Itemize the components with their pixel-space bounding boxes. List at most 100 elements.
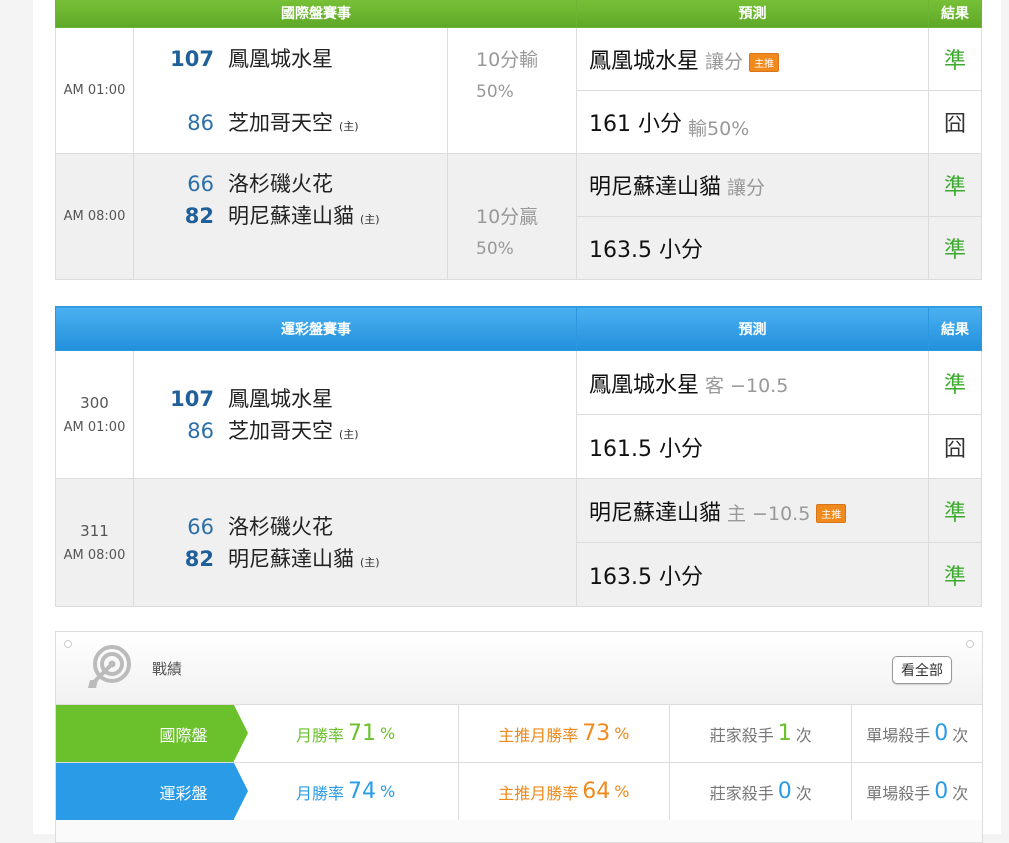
team-name[interactable]: 芝加哥天空 [228, 107, 333, 139]
result-hit: 準 [928, 27, 983, 91]
result-hit: 準 [928, 216, 983, 280]
team-name[interactable]: 芝加哥天空 [228, 415, 333, 447]
intl-result-header: 結果 [928, 0, 983, 28]
team-number: 66 [187, 514, 214, 539]
record-title: 戰績 [152, 660, 183, 678]
prediction-main: 鳳凰城水星 [589, 49, 700, 74]
home-marker: (主) [360, 213, 380, 226]
stat-unit: % [380, 724, 396, 743]
stat-value: 64 [582, 779, 611, 804]
game-teams: 107 鳳凰城水星 86 芝加哥天空 (主) [133, 27, 448, 154]
game-teams: 66 洛杉磯火花 82 明尼蘇達山貓 (主) [133, 478, 577, 607]
game-teams: 107 鳳凰城水星 86 芝加哥天空 (主) [133, 350, 577, 479]
stat-value: 74 [348, 779, 377, 804]
lottery-match-header: 運彩盤賽事 [55, 306, 577, 351]
prediction-cell: 161.5 小分 [576, 414, 929, 479]
stat-label: 單場殺手 [866, 725, 931, 745]
stat-unit: 次 [952, 725, 969, 745]
prediction-cell: 163.5 小分 [576, 216, 930, 280]
stat-label: 主推月勝率 [498, 725, 579, 745]
handicap-percent: 50% [476, 239, 514, 259]
intl-match-header: 國際盤賽事 [54, 0, 578, 28]
lottery-result-header: 結果 [928, 306, 982, 351]
team-row: 66 洛杉磯火花 [134, 168, 447, 200]
game-code-time: 311 AM 08:00 [55, 478, 134, 607]
banker-killer: 莊家殺手 0 次 [669, 763, 851, 820]
prediction-sub: 主 −10.5 [727, 502, 811, 525]
target-icon [86, 642, 136, 696]
game-code: 300 [80, 394, 109, 412]
stat-unit: % [614, 782, 630, 801]
stat-unit: 次 [795, 725, 812, 745]
main-pick-win-rate: 主推月勝率 73% [457, 705, 669, 762]
prediction-main: 161.5 小分 [589, 436, 703, 462]
prediction-main: 163.5 小分 [589, 564, 703, 590]
stat-label: 月勝率 [296, 725, 345, 745]
team-name[interactable]: 明尼蘇達山貓 [228, 200, 354, 232]
result-hit: 準 [928, 350, 982, 415]
prediction-main: 鳳凰城水星 [589, 372, 700, 398]
handicap-percent: 50% [476, 82, 514, 102]
stat-value: 0 [934, 779, 949, 804]
team-row: 107 鳳凰城水星 [134, 43, 447, 75]
team-name[interactable]: 鳳凰城水星 [228, 383, 333, 415]
team-name[interactable]: 洛杉磯火花 [228, 511, 333, 543]
record-row-intl: 國際盤 月勝率 71% 主推月勝率 73% 莊家殺手 1 次 單場殺手 0 次 [56, 704, 982, 762]
game-time: AM 01:00 [55, 27, 134, 154]
view-all-button[interactable]: 看全部 [892, 656, 952, 684]
prediction-sub: 讓分 [705, 51, 744, 73]
intl-prediction-header: 預測 [576, 0, 930, 28]
prediction-sub: 讓分 [727, 177, 766, 199]
record-row-label[interactable]: 國際盤 [56, 705, 247, 762]
home-marker: (主) [339, 119, 359, 133]
main-pick-badge: 主推 [816, 504, 847, 523]
team-row: 86 芝加哥天空 (主) [134, 107, 447, 139]
result-miss: 囧 [928, 414, 982, 479]
prediction-cell: 明尼蘇達山貓主 −10.5 主推 [576, 478, 929, 543]
home-marker: (主) [360, 555, 380, 569]
handicap-line: 10分贏 [476, 206, 539, 228]
prediction-main: 161 小分 [589, 112, 683, 137]
team-name[interactable]: 洛杉磯火花 [228, 168, 333, 200]
stat-label: 單場殺手 [866, 783, 931, 803]
result-hit: 準 [928, 478, 982, 543]
month-win-rate: 月勝率 71% [234, 705, 458, 762]
team-row: 82 明尼蘇達山貓 (主) [134, 543, 576, 575]
team-number: 66 [187, 172, 214, 196]
team-number: 86 [187, 418, 214, 443]
game-time: AM 08:00 [63, 548, 126, 563]
team-name[interactable]: 鳳凰城水星 [228, 43, 333, 75]
lottery-games-table: 運彩盤賽事 預測 結果 300 AM 01:00 107 鳳凰城水星 86 芝加… [55, 306, 982, 607]
prediction-sub: 客 −10.5 [705, 374, 789, 397]
international-games-table: 國際盤賽事 預測 結果 AM 01:00 107 鳳凰城水星 86 芝加哥天空 … [54, 0, 983, 280]
stat-label: 月勝率 [296, 783, 345, 803]
team-number: 82 [184, 546, 214, 571]
handicap-line: 10分輸 [476, 49, 539, 71]
prediction-cell: 163.5 小分 [576, 542, 929, 607]
stat-value: 0 [777, 779, 792, 804]
game-teams: 66 洛杉磯火花 82 明尼蘇達山貓 (主) [133, 153, 448, 280]
game-code-time: 300 AM 01:00 [55, 350, 134, 479]
stat-unit: % [614, 724, 630, 743]
stat-value: 73 [582, 721, 611, 746]
prediction-cell: 鳳凰城水星客 −10.5 [576, 350, 929, 415]
team-row: 66 洛杉磯火花 [134, 511, 576, 543]
prediction-main: 明尼蘇達山貓 [589, 500, 722, 526]
record-row-lottery: 運彩盤 月勝率 74% 主推月勝率 64% 莊家殺手 0 次 單場殺手 0 次 [56, 762, 982, 820]
stat-unit: 次 [795, 783, 812, 803]
stat-value: 71 [348, 721, 377, 746]
record-header: 戰績 看全部 [56, 632, 982, 704]
prediction-sub: 輸50% [688, 118, 750, 140]
prediction-cell: 明尼蘇達山貓 讓分 [576, 153, 930, 217]
handicap-result: 10分輸 50% [446, 27, 578, 154]
record-row-label[interactable]: 運彩盤 [56, 763, 247, 820]
main-pick-badge: 主推 [749, 52, 780, 72]
banker-killer: 莊家殺手 1 次 [669, 705, 851, 762]
lottery-prediction-header: 預測 [576, 306, 929, 351]
prediction-main: 163.5 小分 [589, 238, 704, 263]
corner-dot [64, 640, 72, 648]
stat-value: 0 [934, 721, 949, 746]
team-number: 86 [187, 110, 214, 135]
single-game-killer: 單場殺手 0 次 [851, 763, 982, 820]
team-name[interactable]: 明尼蘇達山貓 [228, 543, 354, 575]
